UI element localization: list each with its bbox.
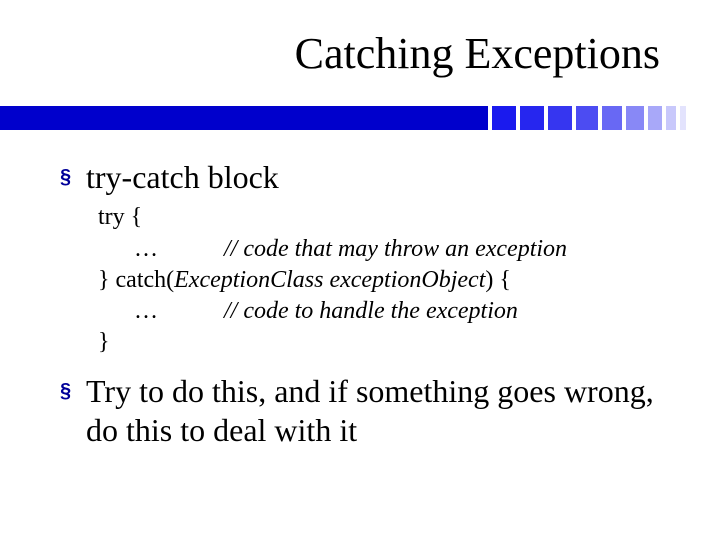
code-text: } catch( — [98, 267, 174, 293]
accent-box — [666, 106, 676, 130]
code-block: try { … // code that may throw an except… — [98, 202, 670, 358]
accent-box — [602, 106, 622, 130]
code-text: try { — [98, 204, 142, 230]
bullet-text: Try to do this, and if something goes wr… — [86, 372, 670, 449]
code-line: … // code to handle the exception — [98, 296, 670, 327]
code-comment: // code that may throw an exception — [224, 236, 567, 262]
accent-solid — [0, 106, 488, 130]
bullet-icon: § — [60, 160, 76, 194]
bullet-item: § try-catch block — [60, 158, 670, 196]
code-line: } — [98, 327, 670, 358]
bullet-item: § Try to do this, and if something goes … — [60, 372, 670, 449]
code-text: … — [98, 236, 224, 262]
code-line: } catch(ExceptionClass exceptionObject) … — [98, 265, 670, 296]
slide-title: Catching Exceptions — [295, 28, 660, 79]
accent-box — [680, 106, 686, 130]
code-line: try { — [98, 202, 670, 233]
accent-box — [548, 106, 572, 130]
code-line: … // code that may throw an exception — [98, 234, 670, 265]
accent-box — [576, 106, 598, 130]
bullet-icon: § — [60, 374, 76, 408]
content-area: § try-catch block try { … // code that m… — [60, 158, 670, 453]
accent-bar — [0, 106, 720, 130]
code-comment: // code to handle the exception — [224, 298, 518, 324]
accent-box — [492, 106, 516, 130]
code-param: ExceptionClass exceptionObject — [174, 267, 485, 293]
code-text: … — [98, 298, 224, 324]
accent-box — [626, 106, 644, 130]
code-text: } — [98, 329, 110, 355]
bullet-text: try-catch block — [86, 158, 279, 196]
code-text: ) { — [485, 267, 511, 293]
slide: Catching Exceptions § try-catch block tr… — [0, 0, 720, 540]
accent-box — [648, 106, 662, 130]
accent-box — [520, 106, 544, 130]
